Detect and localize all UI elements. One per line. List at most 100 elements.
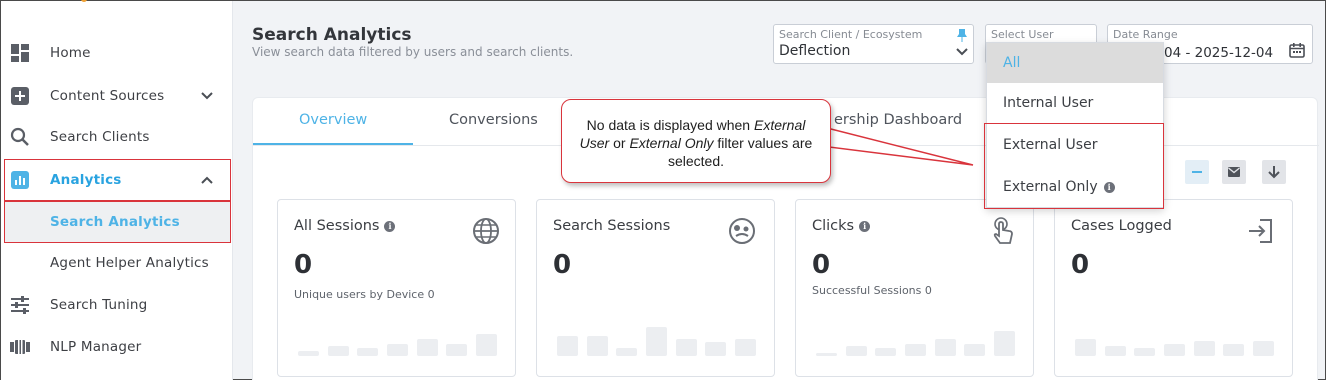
sidebar-item-label: Search Tuning	[50, 297, 148, 313]
option-label: External Only	[1003, 179, 1098, 195]
nlp-icon	[10, 340, 30, 354]
stat-card-clicks: Clicks i 0 Successful Sessions 0	[795, 199, 1034, 377]
sparkline-bar	[845, 345, 867, 356]
sidebar-item-label: Content Sources	[50, 88, 165, 104]
brand-mark	[81, 0, 87, 2]
search-client-value: Deflection	[779, 43, 851, 59]
tab-conversions[interactable]: Conversions	[449, 112, 538, 128]
sparkline-bar	[734, 339, 756, 356]
sparkline-bar	[875, 347, 897, 356]
sparkline-bar	[1104, 345, 1126, 356]
sidebar-item-search-tuning[interactable]: Search Tuning	[1, 285, 231, 325]
sparkline-bar	[705, 342, 727, 356]
sparkline-bar	[387, 344, 408, 356]
card-value: 0	[294, 250, 313, 280]
option-external-only[interactable]: External Only i	[987, 167, 1163, 207]
sidebar-item-search-analytics[interactable]: Search Analytics	[5, 202, 230, 242]
sparkline-bar	[646, 327, 667, 356]
sparkline-bar	[446, 344, 468, 356]
face-icon	[729, 218, 755, 244]
sparkline-bar	[675, 339, 697, 356]
email-button[interactable]	[1222, 160, 1246, 184]
sidebar: Home Content Sources Search Clients Anal…	[1, 0, 233, 380]
sparkline-bar	[905, 344, 926, 356]
callout-text: or	[609, 135, 630, 151]
option-internal-user[interactable]: Internal User	[987, 83, 1163, 123]
sparkline-bar	[1134, 347, 1156, 356]
callout-text: No data is displayed when	[586, 117, 754, 133]
sign-in-icon	[1249, 219, 1272, 243]
callout-line-3: selected.	[667, 153, 725, 169]
sparkline-bar	[586, 335, 608, 356]
dashboard-icon	[11, 44, 29, 62]
card-subtext: Unique users by Device 0	[294, 288, 435, 301]
page-title: Search Analytics	[252, 25, 412, 45]
sparkline-bar	[964, 344, 986, 356]
calendar-icon[interactable]	[1289, 42, 1305, 58]
stat-card-all-sessions: All Sessions i 0 Unique users by Device 0	[277, 199, 516, 377]
card-subtext: Successful Sessions 0	[812, 284, 932, 297]
sparkline-bar	[1164, 344, 1185, 356]
sparkline-bar	[327, 345, 349, 356]
sparkline-bar	[934, 339, 956, 356]
callout-emphasis: External Only	[629, 135, 714, 151]
sparkline-bar	[475, 333, 497, 356]
chevron-down-icon[interactable]	[199, 88, 215, 104]
collapse-button[interactable]	[1185, 160, 1209, 184]
sidebar-item-analytics[interactable]: Analytics	[1, 160, 231, 200]
search-icon	[10, 127, 29, 146]
chevron-down-icon[interactable]	[955, 46, 969, 58]
sparkline-bar	[357, 347, 379, 356]
callout-emphasis: User	[579, 135, 610, 151]
date-range-value: 04 - 2025-12-04	[1164, 45, 1274, 61]
arrow-down-icon	[1268, 166, 1280, 179]
tab-overview[interactable]: Overview	[299, 112, 367, 128]
plus-box-icon	[11, 87, 29, 105]
chevron-up-icon[interactable]	[199, 172, 215, 188]
sidebar-item-agent-helper-analytics[interactable]: Agent Helper Analytics	[1, 243, 231, 283]
info-icon[interactable]: i	[859, 220, 871, 232]
minus-icon	[1192, 171, 1202, 173]
sparkline-bar	[993, 330, 1015, 356]
annotation-callout: No data is displayed when External User …	[561, 99, 831, 183]
card-title-text: All Sessions	[294, 218, 380, 234]
sidebar-item-search-clients[interactable]: Search Clients	[1, 117, 231, 157]
page-subtitle: View search data filtered by users and s…	[252, 45, 574, 59]
card-title-text: Cases Logged	[1071, 218, 1172, 234]
sparkline-bar	[1223, 344, 1245, 356]
sidebar-item-content-sources[interactable]: Content Sources	[1, 76, 231, 116]
option-external-user[interactable]: External User	[987, 125, 1163, 165]
tab-leadership-dashboard[interactable]: ership Dashboard	[834, 112, 962, 128]
sidebar-item-home[interactable]: Home	[1, 33, 231, 73]
info-icon[interactable]: i	[1103, 181, 1115, 193]
search-client-select[interactable]: Search Client / Ecosystem Deflection	[773, 24, 974, 64]
sidebar-item-label: Search Analytics	[50, 214, 180, 230]
card-title-text: Search Sessions	[553, 218, 671, 234]
sparkline-bar	[298, 350, 320, 356]
sidebar-item-nlp-manager[interactable]: NLP Manager	[1, 327, 231, 367]
option-label: External User	[1003, 137, 1098, 153]
callout-line-2: User or External Only filter values are	[570, 134, 822, 152]
sparkline-bar	[616, 347, 638, 356]
card-sparkline	[1071, 316, 1278, 356]
sparkline-bar	[1075, 339, 1097, 356]
pin-icon[interactable]	[956, 28, 968, 42]
info-icon[interactable]: i	[384, 220, 396, 232]
stat-card-search-sessions: Search Sessions 0	[536, 199, 775, 377]
stat-card-cases-logged: Cases Logged 0	[1054, 199, 1293, 377]
download-button[interactable]	[1262, 160, 1286, 184]
sidebar-item-label: Search Clients	[50, 129, 150, 145]
sparkline-bar	[557, 335, 579, 356]
card-value: 0	[812, 250, 831, 280]
active-tab-indicator	[253, 143, 413, 145]
sparkline-bar	[816, 352, 838, 356]
search-client-label: Search Client / Ecosystem	[779, 28, 923, 41]
select-user-dropdown: All Internal User External User External…	[986, 42, 1164, 208]
card-title: Search Sessions	[553, 218, 670, 234]
option-all[interactable]: All	[987, 43, 1163, 83]
sparkline-bar	[1193, 340, 1215, 356]
sidebar-item-label: Analytics	[50, 172, 122, 188]
card-value: 0	[553, 250, 572, 280]
card-title: All Sessions i	[294, 218, 396, 234]
touch-icon	[993, 217, 1013, 244]
